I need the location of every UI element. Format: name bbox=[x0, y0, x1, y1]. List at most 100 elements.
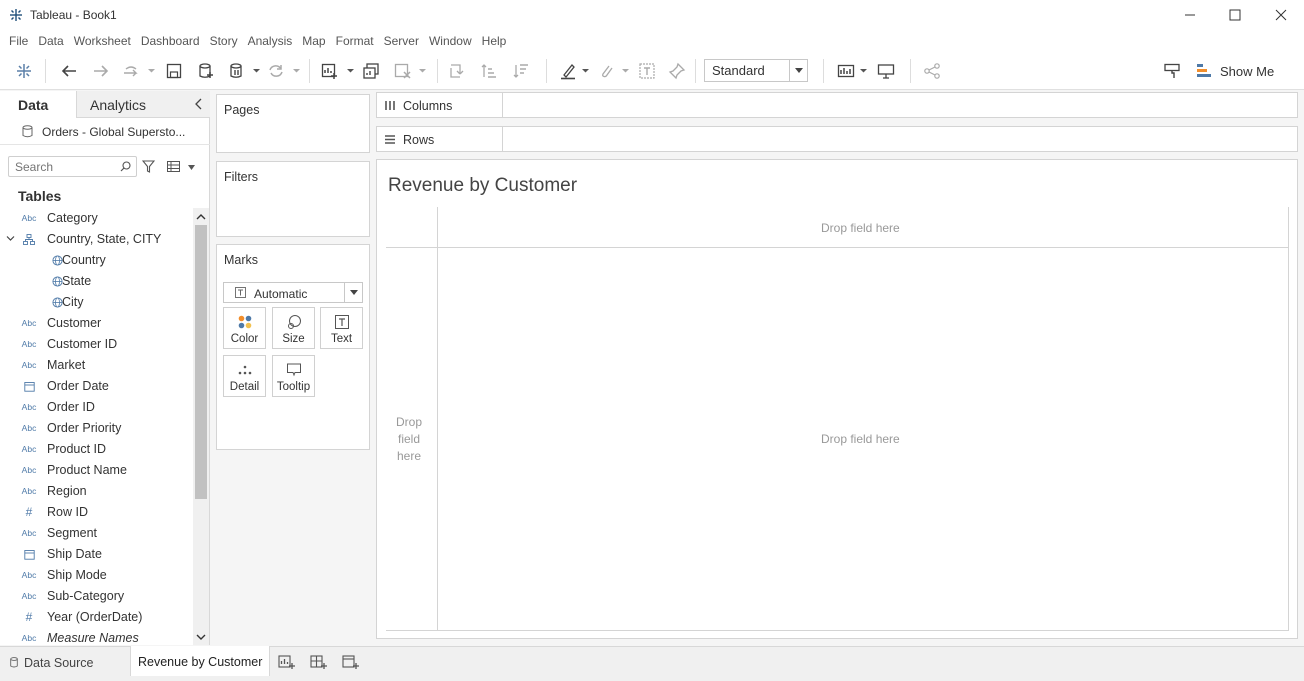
field-item[interactable]: Abc Category bbox=[0, 208, 193, 229]
field-item[interactable]: Abc Product ID bbox=[0, 439, 193, 460]
menu-analysis[interactable]: Analysis bbox=[243, 30, 298, 52]
field-item[interactable]: Country bbox=[0, 250, 193, 271]
list-view-icon[interactable] bbox=[167, 161, 180, 172]
field-item[interactable]: Abc Sub-Category bbox=[0, 586, 193, 607]
field-item[interactable]: City bbox=[0, 292, 193, 313]
color-mark-button[interactable]: Color bbox=[223, 307, 266, 349]
menu-story[interactable]: Story bbox=[205, 30, 243, 52]
chevron-down-icon[interactable] bbox=[622, 67, 629, 74]
field-item[interactable]: Order Date bbox=[0, 376, 193, 397]
tab-data-source[interactable]: Data Source bbox=[0, 647, 130, 677]
field-item[interactable]: Abc Region bbox=[0, 481, 193, 502]
tab-data[interactable]: Data bbox=[0, 91, 77, 118]
menu-data[interactable]: Data bbox=[33, 30, 68, 52]
sheet-title[interactable]: Revenue by Customer bbox=[388, 175, 577, 197]
scroll-thumb[interactable] bbox=[195, 225, 207, 499]
field-item[interactable]: Abc Customer ID bbox=[0, 334, 193, 355]
field-item[interactable]: # Row ID bbox=[0, 502, 193, 523]
field-item[interactable]: Abc Measure Names bbox=[0, 628, 193, 645]
show-cards-button[interactable] bbox=[836, 61, 856, 81]
rows-shelf[interactable]: Rows bbox=[376, 126, 1298, 152]
chevron-down-icon[interactable] bbox=[347, 67, 354, 74]
field-item[interactable]: Ship Date bbox=[0, 544, 193, 565]
scroll-up-icon[interactable] bbox=[196, 212, 206, 222]
maximize-button[interactable] bbox=[1213, 4, 1257, 26]
field-item[interactable]: Abc Order Priority bbox=[0, 418, 193, 439]
new-data-source-button[interactable] bbox=[196, 61, 216, 81]
new-worksheet-button[interactable] bbox=[320, 61, 340, 81]
field-list-scrollbar[interactable] bbox=[193, 208, 209, 645]
close-button[interactable] bbox=[1259, 4, 1303, 26]
chevron-down-icon[interactable] bbox=[6, 234, 15, 243]
tab-analytics[interactable]: Analytics bbox=[77, 91, 210, 117]
menu-format[interactable]: Format bbox=[331, 30, 379, 52]
chevron-down-icon[interactable] bbox=[188, 165, 195, 170]
refresh-data-button[interactable] bbox=[266, 61, 286, 81]
field-item[interactable]: State bbox=[0, 271, 193, 292]
pages-shelf[interactable]: Pages bbox=[216, 94, 370, 153]
drop-rows-target[interactable]: Drop field here bbox=[394, 414, 424, 465]
share-workbook-button[interactable] bbox=[922, 61, 942, 81]
swap-rows-columns-button[interactable] bbox=[447, 61, 467, 81]
pause-updates-button[interactable] bbox=[227, 61, 247, 81]
undo-button[interactable] bbox=[59, 61, 79, 81]
clear-sheet-button[interactable] bbox=[393, 61, 413, 81]
scroll-down-icon[interactable] bbox=[196, 632, 206, 642]
redo-button[interactable] bbox=[91, 61, 111, 81]
drop-body-target[interactable]: Drop field here bbox=[821, 432, 900, 446]
format-workbook-button[interactable] bbox=[1162, 61, 1182, 81]
field-item[interactable]: Abc Product Name bbox=[0, 460, 193, 481]
presentation-mode-button[interactable] bbox=[876, 61, 896, 81]
menu-help[interactable]: Help bbox=[477, 30, 512, 52]
menu-map[interactable]: Map bbox=[297, 30, 330, 52]
field-item[interactable]: Abc Order ID bbox=[0, 397, 193, 418]
field-item[interactable]: Abc Customer bbox=[0, 313, 193, 334]
replay-animation-button[interactable] bbox=[121, 61, 141, 81]
drop-columns-target[interactable]: Drop field here bbox=[821, 221, 900, 235]
filter-icon[interactable] bbox=[142, 160, 155, 173]
sort-descending-button[interactable] bbox=[511, 61, 531, 81]
minimize-button[interactable] bbox=[1168, 4, 1212, 26]
chevron-down-icon[interactable] bbox=[293, 67, 300, 74]
search-input[interactable] bbox=[9, 157, 114, 176]
new-worksheet-tab-icon[interactable] bbox=[278, 654, 296, 670]
tab-active-sheet[interactable]: Revenue by Customer bbox=[130, 646, 270, 677]
size-mark-button[interactable]: Size bbox=[272, 307, 315, 349]
columns-shelf[interactable]: Columns bbox=[376, 92, 1298, 118]
menu-window[interactable]: Window bbox=[424, 30, 477, 52]
search-box[interactable] bbox=[8, 156, 137, 177]
group-members-button[interactable] bbox=[596, 61, 616, 81]
filters-shelf[interactable]: Filters bbox=[216, 161, 370, 237]
highlight-button[interactable] bbox=[558, 61, 578, 81]
detail-mark-button[interactable]: Detail bbox=[223, 355, 266, 397]
menu-file[interactable]: File bbox=[4, 30, 33, 52]
fit-dropdown[interactable]: Standard bbox=[704, 59, 808, 82]
field-item[interactable]: Country, State, CITY bbox=[0, 229, 193, 250]
sort-ascending-button[interactable] bbox=[479, 61, 499, 81]
tooltip-mark-button[interactable]: Tooltip bbox=[272, 355, 315, 397]
mark-type-dropdown[interactable]: Automatic bbox=[223, 282, 363, 303]
text-mark-button[interactable]: Text bbox=[320, 307, 363, 349]
chevron-down-icon[interactable] bbox=[860, 67, 867, 74]
new-story-tab-icon[interactable] bbox=[342, 654, 360, 670]
field-item[interactable]: Abc Market bbox=[0, 355, 193, 376]
chevron-down-icon[interactable] bbox=[148, 67, 155, 74]
save-button[interactable] bbox=[164, 61, 184, 81]
show-me-button[interactable]: Show Me bbox=[1196, 61, 1274, 81]
tableau-home-button[interactable] bbox=[14, 61, 34, 81]
duplicate-sheet-button[interactable] bbox=[361, 61, 381, 81]
chevron-down-icon[interactable] bbox=[582, 67, 589, 74]
field-item[interactable]: Abc Segment bbox=[0, 523, 193, 544]
field-item[interactable]: # Year (OrderDate) bbox=[0, 607, 193, 628]
datasource-item[interactable]: Orders - Global Supersto... bbox=[0, 119, 210, 145]
chevron-down-icon[interactable] bbox=[419, 67, 426, 74]
menu-worksheet[interactable]: Worksheet bbox=[69, 30, 136, 52]
chevron-down-icon[interactable] bbox=[253, 67, 260, 74]
chevron-left-icon[interactable] bbox=[194, 98, 204, 110]
field-item[interactable]: Abc Ship Mode bbox=[0, 565, 193, 586]
show-mark-labels-button[interactable] bbox=[637, 61, 657, 81]
new-dashboard-tab-icon[interactable] bbox=[310, 654, 328, 670]
view-area[interactable]: Drop field here Drop field here Drop fie… bbox=[386, 207, 1289, 631]
fix-axes-button[interactable] bbox=[667, 61, 687, 81]
menu-dashboard[interactable]: Dashboard bbox=[136, 30, 205, 52]
